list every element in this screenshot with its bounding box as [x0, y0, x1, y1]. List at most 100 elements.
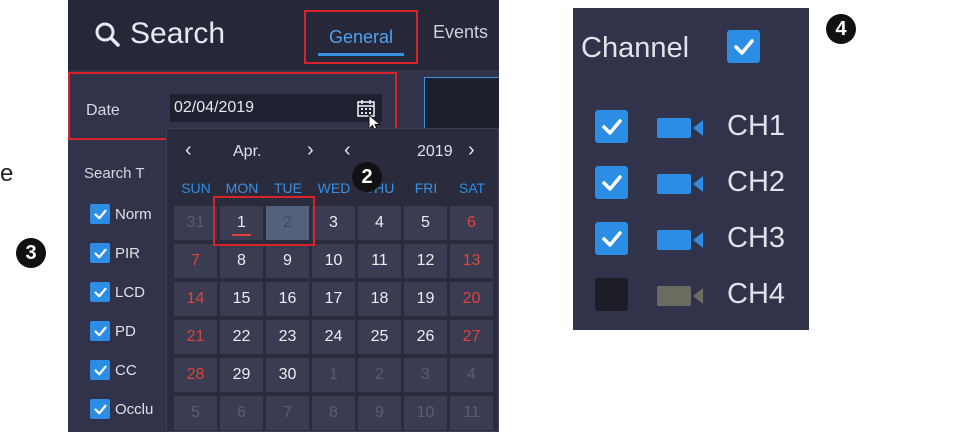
camera-icon — [657, 228, 705, 257]
calendar-day[interactable]: 18 — [358, 282, 401, 316]
check-icon — [601, 174, 622, 191]
channel-item[interactable]: CH4 — [595, 276, 805, 316]
channel-checkbox[interactable] — [595, 110, 628, 143]
check-icon — [93, 209, 107, 219]
event-type-label: PIR — [115, 244, 141, 262]
callout-4: 4 — [826, 14, 856, 44]
calendar-day[interactable]: 15 — [220, 282, 263, 316]
event-type-checkbox[interactable] — [90, 360, 110, 380]
calendar-day[interactable]: 20 — [450, 282, 493, 316]
calendar-day[interactable]: 29 — [220, 358, 263, 392]
event-type-checkbox[interactable] — [90, 243, 110, 263]
next-month-arrow[interactable]: › — [307, 139, 314, 162]
channel-checkbox[interactable] — [595, 278, 628, 311]
check-icon — [93, 404, 107, 414]
event-type-label: PD — [115, 322, 136, 340]
event-type-item[interactable]: Norm — [90, 203, 152, 225]
calendar-day: 31 — [174, 206, 217, 240]
check-icon — [733, 38, 754, 55]
calendar-day: 11 — [450, 396, 493, 430]
weekday-header: TUE — [274, 180, 302, 196]
calendar-day[interactable]: 28 — [174, 358, 217, 392]
channel-checkbox[interactable] — [595, 166, 628, 199]
calendar-day: 8 — [312, 396, 355, 430]
calendar-day[interactable]: 12 — [404, 244, 447, 278]
tab-events[interactable]: Events — [433, 22, 488, 43]
calendar-day[interactable]: 24 — [312, 320, 355, 354]
event-type-checkbox[interactable] — [90, 204, 110, 224]
weekday-header: FRI — [414, 180, 438, 196]
calendar-day[interactable]: 30 — [266, 358, 309, 392]
search-type-label: Search T — [84, 165, 145, 182]
calendar-day[interactable]: 13 — [450, 244, 493, 278]
calendar-day[interactable]: 16 — [266, 282, 309, 316]
calendar-day[interactable]: 17 — [312, 282, 355, 316]
channel-title: Channel — [581, 32, 690, 64]
date-field[interactable]: 02/04/2019 — [170, 94, 382, 122]
event-type-item[interactable]: PIR — [90, 242, 140, 264]
calendar-day[interactable]: 21 — [174, 320, 217, 354]
event-type-checkbox[interactable] — [90, 399, 110, 419]
calendar-day: 4 — [450, 358, 493, 392]
select-all-channels-checkbox[interactable] — [727, 30, 760, 63]
search-icon — [95, 22, 120, 47]
prev-month-arrow[interactable]: ‹ — [185, 139, 192, 162]
date-label: Date — [86, 102, 120, 119]
channel-label: CH4 — [727, 278, 786, 310]
weekday-header: MON — [225, 180, 259, 196]
weekday-header: SAT — [458, 180, 486, 196]
channel-panel: Channel CH1 CH2 CH3 CH4 — [573, 8, 809, 330]
calendar-day[interactable]: 5 — [404, 206, 447, 240]
channel-item[interactable]: CH2 — [595, 164, 805, 204]
calendar-day[interactable]: 9 — [266, 244, 309, 278]
event-type-item[interactable]: CC — [90, 359, 137, 381]
calendar-day[interactable]: 14 — [174, 282, 217, 316]
channel-item[interactable]: CH3 — [595, 220, 805, 260]
check-icon — [601, 230, 622, 247]
check-icon — [601, 118, 622, 135]
next-year-arrow[interactable]: › — [468, 139, 475, 162]
callout-3: 3 — [16, 238, 46, 268]
calendar-day[interactable]: 27 — [450, 320, 493, 354]
calendar-year: 2019 — [417, 143, 453, 160]
calendar-day[interactable]: 3 — [312, 206, 355, 240]
calendar-day[interactable]: 10 — [312, 244, 355, 278]
check-icon — [93, 326, 107, 336]
calendar-day[interactable]: 8 — [220, 244, 263, 278]
calendar-day[interactable]: 19 — [404, 282, 447, 316]
event-type-item[interactable]: Occlu — [90, 398, 153, 420]
channel-checkbox[interactable] — [595, 222, 628, 255]
event-type-checkbox[interactable] — [90, 321, 110, 341]
calendar-day[interactable]: 23 — [266, 320, 309, 354]
channel-label: CH1 — [727, 110, 786, 142]
search-header: Search General Events — [68, 0, 499, 70]
calendar-day[interactable]: 25 — [358, 320, 401, 354]
calendar-day[interactable]: 26 — [404, 320, 447, 354]
calendar-day: 9 — [358, 396, 401, 430]
calendar-day[interactable]: 11 — [358, 244, 401, 278]
prev-year-arrow[interactable]: ‹ — [344, 139, 351, 162]
calendar-day[interactable]: 4 — [358, 206, 401, 240]
camera-icon — [657, 284, 705, 313]
channel-label: CH3 — [727, 222, 786, 254]
calendar-day[interactable]: 22 — [220, 320, 263, 354]
check-icon — [93, 248, 107, 258]
calendar-day: 10 — [404, 396, 447, 430]
event-type-label: Norm — [115, 205, 152, 223]
event-type-item[interactable]: PD — [90, 320, 136, 342]
page-title-text: Search — [130, 17, 226, 50]
camera-icon — [657, 116, 705, 145]
cropped-text: e — [0, 160, 14, 187]
calendar-day[interactable]: 7 — [174, 244, 217, 278]
event-type-item[interactable]: LCD — [90, 281, 145, 303]
date-value: 02/04/2019 — [174, 99, 255, 116]
channel-item[interactable]: CH1 — [595, 108, 805, 148]
callout-2: 2 — [352, 162, 382, 192]
calendar-day: 3 — [404, 358, 447, 392]
tab-general[interactable]: General — [304, 10, 418, 64]
calendar-day: 7 — [266, 396, 309, 430]
check-icon — [93, 287, 107, 297]
event-type-checkbox[interactable] — [90, 282, 110, 302]
calendar-day[interactable]: 6 — [450, 206, 493, 240]
calendar-day: 5 — [174, 396, 217, 430]
